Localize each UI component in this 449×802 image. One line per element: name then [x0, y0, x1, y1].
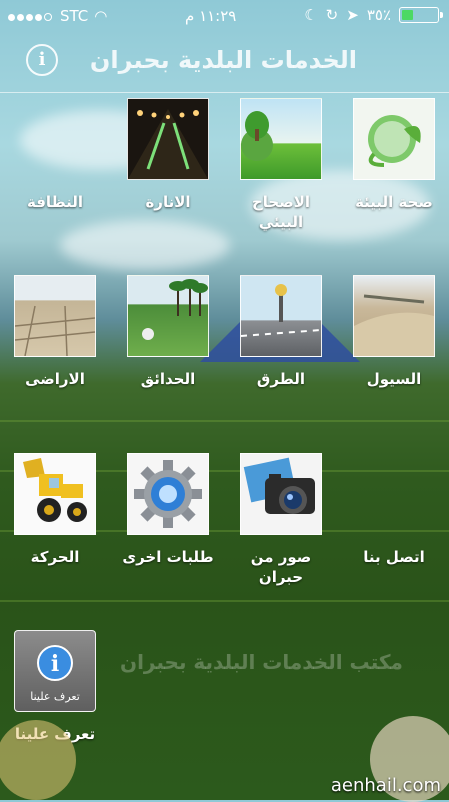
tile-label: الاراضى	[25, 370, 85, 388]
street-lights-icon	[127, 98, 209, 180]
tile-lands[interactable]: الاراضى	[5, 275, 105, 389]
bulldozer-icon	[14, 453, 96, 535]
tile-floods[interactable]: السيول	[344, 275, 444, 389]
about-badge: تعرف علينا	[30, 690, 80, 703]
rotation-lock-icon: ↻	[325, 6, 339, 24]
contact-icon	[353, 453, 435, 535]
carrier-label: STC	[60, 7, 89, 25]
background-watermark: مكتب الخدمات البلدية بحبران	[120, 650, 403, 674]
svg-text:i: i	[51, 651, 59, 677]
tile-roads[interactable]: الطرق	[231, 275, 331, 389]
battery-fill	[402, 10, 414, 20]
info-icon: i تعرف علينا	[14, 630, 96, 712]
tile-label: الحركة	[30, 548, 80, 566]
nav-bar: i الخدمات البلدية بحبران	[0, 32, 449, 93]
field-row	[0, 420, 449, 422]
location-icon: ➤	[346, 6, 359, 24]
tile-other-requests[interactable]: طلبات اخرى	[118, 453, 218, 567]
cleaning-icon	[14, 98, 96, 180]
wifi-icon: ◠	[94, 7, 108, 25]
tile-environment-health[interactable]: صحة البيئة	[344, 98, 444, 212]
tile-label: اتصل بنا	[363, 548, 425, 566]
tile-contact-us[interactable]: اتصل بنا	[344, 453, 444, 567]
signal-icon	[8, 7, 54, 25]
land-icon	[14, 275, 96, 357]
tile-gardens[interactable]: الحدائق	[118, 275, 218, 389]
tile-label: طلبات اخرى	[122, 548, 214, 566]
field-row	[0, 600, 449, 602]
tile-label: الحدائق	[140, 370, 196, 388]
camera-photos-icon	[240, 453, 322, 535]
tile-photos-from-hubran[interactable]: صور من حبران	[231, 453, 331, 587]
tile-label: الاصحاح البيئي	[251, 193, 311, 231]
battery-nub	[440, 12, 443, 18]
info-button[interactable]: i	[26, 44, 58, 76]
garden-icon	[127, 275, 209, 357]
clock: ١١:٢٩ م	[185, 7, 237, 25]
tile-label: الانارة	[145, 193, 191, 211]
site-watermark: aenhail.com	[330, 775, 441, 796]
tile-traffic[interactable]: الحركة	[5, 453, 105, 567]
tile-cleaning[interactable]: النظافة	[5, 98, 105, 212]
tile-label: صحة البيئة	[355, 193, 433, 211]
battery-icon	[399, 7, 443, 23]
road-icon	[240, 275, 322, 357]
cloud	[60, 220, 230, 270]
tile-label: الطرق	[256, 370, 306, 388]
globe-leaves-icon	[353, 98, 435, 180]
status-bar: STC ◠ ١١:٢٩ م ☾ ↻ ➤ ٣٥٪	[0, 0, 449, 32]
earth-tree-icon	[240, 98, 322, 180]
tile-label: صور من حبران	[250, 548, 312, 586]
moon-icon: ☾	[304, 6, 318, 24]
tile-environmental-sanitation[interactable]: الاصحاح البيئي	[231, 98, 331, 232]
tile-label: النظافة	[26, 193, 84, 211]
flood-channel-icon	[353, 275, 435, 357]
info-icon: i	[38, 49, 46, 70]
municipality-logo	[0, 720, 76, 800]
page-title: الخدمات البلدية بحبران	[89, 46, 357, 74]
battery-percent: ٣٥٪	[366, 6, 391, 24]
tile-lighting[interactable]: الانارة	[118, 98, 218, 212]
gear-icon	[127, 453, 209, 535]
tile-label: السيول	[366, 370, 422, 388]
